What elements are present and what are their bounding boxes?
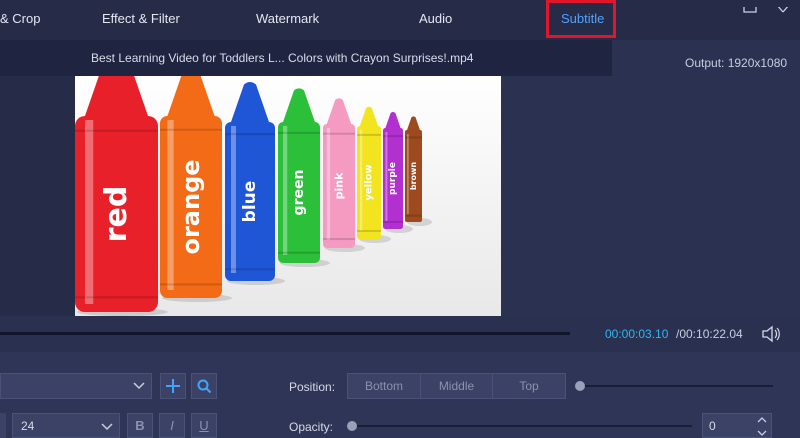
opacity-label: Opacity: [289,420,334,434]
crayon-label: red [99,186,134,243]
position-slider-handle[interactable] [575,381,585,391]
tab-watermark[interactable]: Watermark [256,0,319,40]
position-bottom-button[interactable]: Bottom [347,373,421,399]
file-name: Best Learning Video for Toddlers L... Co… [91,51,474,65]
crayon-image: red orange blue green pink yellow purple brown [75,76,501,316]
add-subtitle-button[interactable] [160,373,186,399]
italic-button[interactable]: I [159,413,185,438]
opacity-stepper[interactable]: 0 [702,413,772,438]
crayon-label: yellow [364,164,375,200]
position-top-button[interactable]: Top [492,373,566,399]
opacity-value: 0 [709,419,716,433]
font-size-select[interactable]: 24 [12,413,120,438]
crayon-label: green [291,170,307,216]
left-panel [0,76,75,316]
chevron-down-icon [133,382,145,390]
font-size-value: 24 [21,419,35,433]
crayon-label: orange [177,159,205,254]
chevron-down-icon [101,423,113,431]
progress-track[interactable] [0,332,570,335]
font-select-edge[interactable] [0,413,6,438]
output-resolution: Output: 1920x1080 [685,56,788,70]
tab-crop[interactable]: & Crop [0,0,40,40]
subtitle-select[interactable] [0,373,152,399]
position-label: Position: [289,380,336,394]
stepper-arrows-icon [757,417,767,436]
volume-icon[interactable] [760,324,782,344]
opacity-slider-track[interactable] [352,425,692,427]
tab-highlight-box [546,0,616,38]
tab-audio[interactable]: Audio [419,0,452,40]
position-slider-track[interactable] [580,385,773,387]
opacity-slider-handle[interactable] [347,421,357,431]
tab-effect-filter[interactable]: Effect & Filter [102,0,180,40]
current-time: 00:00:03.10 [605,327,669,341]
close-icon[interactable] [775,0,790,13]
crayon-label: pink [333,172,346,199]
plus-icon [166,379,180,393]
bold-button[interactable]: B [127,413,153,438]
underline-button[interactable]: U [191,413,217,438]
total-time: /00:10:22.04 [676,327,743,341]
video-preview[interactable]: red orange blue green pink yellow purple brown [75,76,501,316]
position-middle-button[interactable]: Middle [420,373,493,399]
crayon-label: blue [240,181,260,223]
search-icon [197,379,212,394]
crayon-label: purple [388,162,398,195]
crayon-label: brown [409,162,418,191]
search-subtitle-button[interactable] [191,373,217,399]
maximize-icon[interactable] [743,0,757,13]
